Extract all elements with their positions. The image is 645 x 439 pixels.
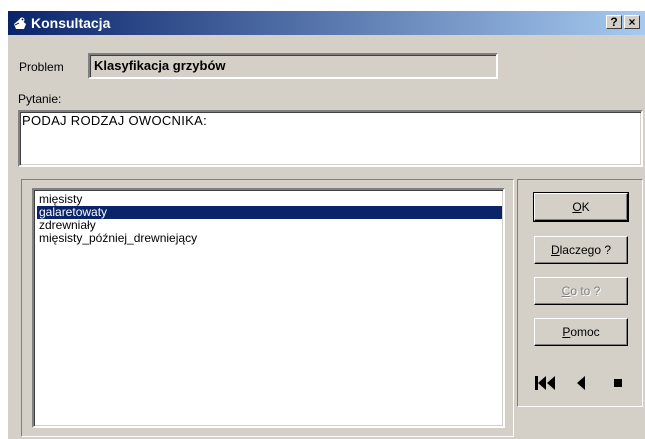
question-field: PODAJ RODZAJ OWOCNIKA: — [18, 110, 643, 167]
answers-list[interactable]: mięsisty galaretowaty zdrewniały mięsist… — [32, 188, 505, 428]
title-bar: Konsultacja ? × — [8, 11, 645, 35]
list-item[interactable]: mięsisty_później_drewniejący — [38, 232, 197, 245]
problem-value: Klasyfikacja grzybów — [94, 58, 226, 73]
window-title: Konsultacja — [31, 15, 111, 31]
consultation-window: Konsultacja ? × Problem Klasyfikacja grz… — [8, 11, 645, 439]
what-is-it-button[interactable]: Co to ? — [534, 277, 628, 305]
question-label: Pytanie: — [18, 92, 62, 106]
help-button[interactable]: Pomoc — [534, 318, 628, 346]
what-is-it-button-label: Co to ? — [561, 284, 601, 298]
help-button-label: Pomoc — [562, 325, 600, 339]
why-button[interactable]: Dlaczego ? — [534, 236, 628, 264]
list-item-selected[interactable]: galaretowaty — [37, 206, 502, 219]
back-icon[interactable] — [573, 373, 589, 393]
ok-button[interactable]: OK — [533, 192, 629, 222]
question-text: PODAJ RODZAJ OWOCNIKA: — [22, 113, 208, 128]
problem-field: Klasyfikacja grzybów — [88, 53, 498, 79]
ok-button-label: OK — [572, 200, 590, 214]
why-button-label: Dlaczego ? — [550, 243, 612, 257]
close-button[interactable]: × — [624, 15, 640, 29]
app-icon — [14, 17, 26, 29]
problem-label: Problem — [19, 60, 64, 74]
stop-icon[interactable] — [610, 373, 626, 393]
first-icon[interactable] — [534, 373, 558, 393]
help-title-button[interactable]: ? — [606, 15, 622, 29]
